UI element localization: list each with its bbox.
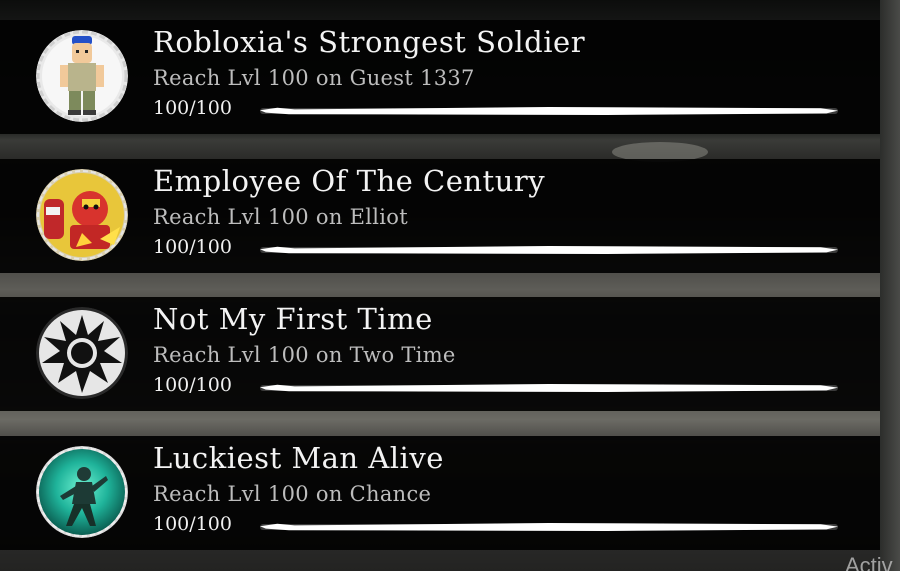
achievement-description: Reach Lvl 100 on Guest 1337 bbox=[153, 66, 475, 90]
achievement-title: Not My First Time bbox=[153, 302, 433, 336]
achievement-progress-text: 100/100 bbox=[153, 236, 232, 258]
achievement-title: Robloxia's Strongest Soldier bbox=[153, 25, 586, 59]
elliot-portrait-icon bbox=[36, 169, 128, 261]
achievement-progress-text: 100/100 bbox=[153, 374, 232, 396]
activation-watermark: Activ bbox=[845, 553, 893, 571]
spiked-sun-icon bbox=[36, 307, 128, 399]
achievement-title: Employee Of The Century bbox=[153, 164, 546, 198]
achievement-description: Reach Lvl 100 on Chance bbox=[153, 482, 432, 506]
achievement-description: Reach Lvl 100 on Two Time bbox=[153, 343, 456, 367]
achievement-progress-bar bbox=[260, 246, 838, 254]
achievement-card: Not My First Time Reach Lvl 100 on Two T… bbox=[0, 297, 880, 411]
achievement-card: Robloxia's Strongest Soldier Reach Lvl 1… bbox=[0, 20, 880, 134]
achievement-progress-text: 100/100 bbox=[153, 97, 232, 119]
achievement-card: Luckiest Man Alive Reach Lvl 100 on Chan… bbox=[0, 436, 880, 550]
achievement-progress-bar bbox=[260, 384, 838, 392]
guest-1337-portrait-icon bbox=[36, 30, 128, 122]
achievement-title: Luckiest Man Alive bbox=[153, 441, 444, 475]
achievement-card: Employee Of The Century Reach Lvl 100 on… bbox=[0, 159, 880, 273]
achievement-progress-bar bbox=[260, 107, 838, 115]
achievement-progress-text: 100/100 bbox=[153, 513, 232, 535]
chance-portrait-icon bbox=[36, 446, 128, 538]
achievement-description: Reach Lvl 100 on Elliot bbox=[153, 205, 408, 229]
achievement-progress-bar bbox=[260, 523, 838, 531]
